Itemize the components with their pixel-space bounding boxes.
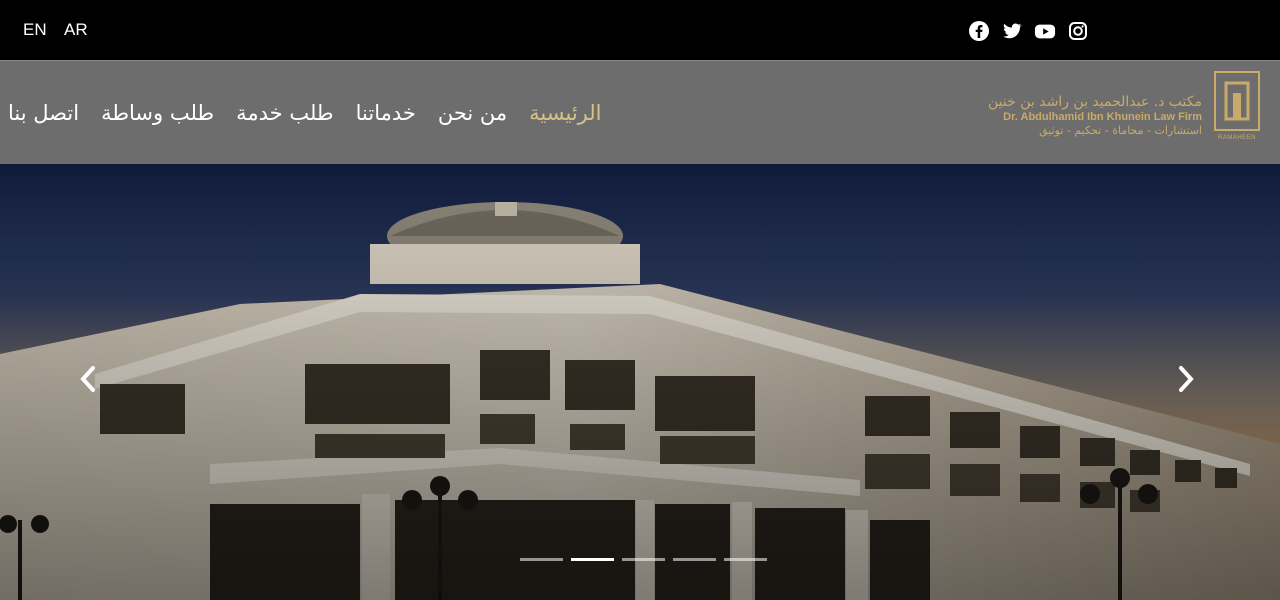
nav-item-contact[interactable]: اتصل بنا xyxy=(8,101,79,125)
carousel-indicator[interactable] xyxy=(622,558,665,561)
chevron-left-icon xyxy=(80,366,95,392)
main-navbar: الرئيسية من نحن خدماتنا طلب خدمة طلب وسا… xyxy=(0,60,1280,164)
carousel-indicator[interactable] xyxy=(673,558,716,561)
facebook-icon[interactable] xyxy=(968,20,990,42)
main-menu: الرئيسية من نحن خدماتنا طلب خدمة طلب وسا… xyxy=(8,101,602,125)
nav-item-home[interactable]: الرئيسية xyxy=(529,101,601,125)
carousel-indicator-active[interactable] xyxy=(571,558,614,561)
nav-item-services[interactable]: خدماتنا xyxy=(356,101,416,125)
twitter-icon[interactable] xyxy=(1001,20,1023,42)
logo-mark: RAMAHEEN xyxy=(1212,71,1262,149)
instagram-icon[interactable] xyxy=(1067,20,1089,42)
brand-logo[interactable]: مكتب د. عبدالحميد بن راشد بن خنين Dr. Ab… xyxy=(932,71,1262,153)
brand-name-en: Dr. Abdulhamid Ibn Khunein Law Firm xyxy=(1003,110,1202,123)
nav-item-request-mediation[interactable]: طلب وساطة xyxy=(101,101,214,125)
language-ar-link[interactable]: AR xyxy=(64,20,88,40)
language-en-link[interactable]: EN xyxy=(23,20,47,40)
youtube-icon[interactable] xyxy=(1034,20,1056,42)
carousel-indicator[interactable] xyxy=(520,558,563,561)
logo-emblem-icon xyxy=(1214,71,1260,131)
social-links xyxy=(968,20,1089,42)
carousel-indicators xyxy=(520,558,767,561)
brand-text: مكتب د. عبدالحميد بن راشد بن خنين Dr. Ab… xyxy=(988,95,1202,137)
carousel-indicator[interactable] xyxy=(724,558,767,561)
logo-caption: RAMAHEEN xyxy=(1217,135,1256,141)
carousel-prev-button[interactable] xyxy=(78,364,108,404)
top-bar: EN AR xyxy=(0,0,1280,60)
carousel-next-button[interactable] xyxy=(1176,364,1206,404)
hero-carousel xyxy=(0,164,1280,600)
nav-item-request-service[interactable]: طلب خدمة xyxy=(236,101,333,125)
nav-item-about[interactable]: من نحن xyxy=(438,101,507,125)
chevron-right-icon xyxy=(1179,366,1194,392)
brand-tagline: استشارات - محاماة - تحكيم - توثيق xyxy=(1039,124,1202,138)
slide-building-image xyxy=(0,164,1280,600)
brand-name-ar: مكتب د. عبدالحميد بن راشد بن خنين xyxy=(988,94,1202,110)
